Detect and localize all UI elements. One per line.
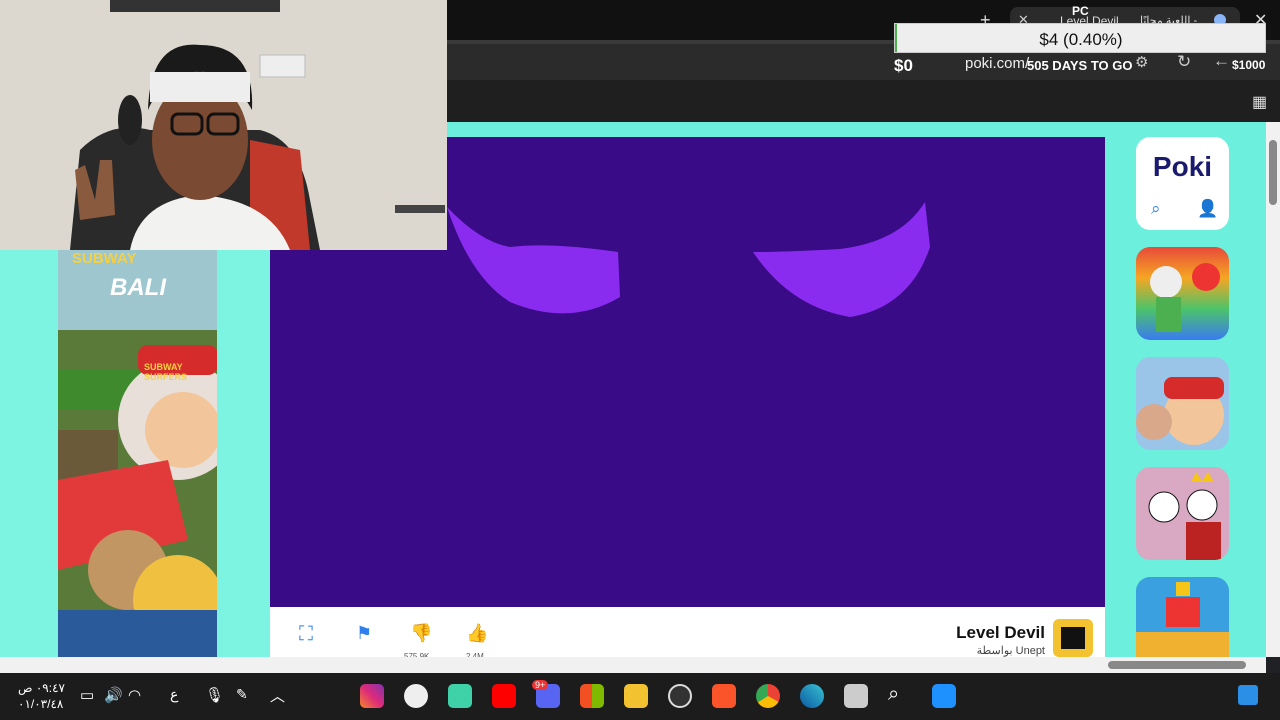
page-header-bar: ▦	[447, 80, 1280, 122]
like-icon[interactable]: 👍	[466, 623, 490, 647]
vertical-scroll-thumb[interactable]	[1269, 140, 1277, 205]
game-thumbnail-1[interactable]	[1136, 247, 1229, 340]
notification-panel-icon[interactable]	[1238, 685, 1258, 705]
thumb-2-art	[1136, 377, 1224, 445]
thumb-4-art	[1136, 582, 1229, 657]
language-indicator[interactable]: ع	[170, 686, 178, 703]
discord-badge: 9+	[532, 680, 549, 690]
search-taskbar-icon[interactable]: ⌕	[888, 683, 899, 706]
goal-min: $0	[894, 56, 913, 75]
goal-max: $1000	[1232, 58, 1266, 72]
game-thumbnail-3[interactable]	[1136, 467, 1229, 560]
thumb-3-art	[1148, 472, 1221, 560]
poki-logo-card[interactable]: Poki ⌕ 👤	[1136, 137, 1229, 230]
dislike-icon[interactable]: 👎	[410, 623, 434, 647]
game-thumbnail-4[interactable]	[1136, 577, 1229, 657]
aperture-icon[interactable]	[668, 684, 692, 708]
subway-surfers-ad[interactable]: SUBWAY BALI SUBWAY SURFERS	[58, 250, 217, 657]
task-view-icon[interactable]	[844, 684, 868, 708]
webcam-overlay	[0, 0, 447, 250]
vertical-scrollbar[interactable]	[1266, 122, 1280, 657]
ad-brand-1: SUBWAY	[72, 250, 137, 267]
store-icon[interactable]	[580, 684, 604, 708]
game-thumbnail-figure	[1061, 627, 1085, 649]
clock-time[interactable]: ٠٩:٤٧ ص	[18, 681, 65, 695]
report-flag-icon[interactable]: ⚑	[356, 623, 380, 647]
pen-icon[interactable]: ✎	[236, 686, 248, 703]
tune-icon[interactable]: ⚙	[1135, 53, 1148, 71]
brave-icon[interactable]	[712, 684, 736, 708]
webcam-scene	[0, 0, 447, 250]
poki-logo[interactable]: Poki	[1136, 151, 1229, 183]
pc-label: PC	[1072, 4, 1089, 18]
battery-icon[interactable]: ▭	[80, 686, 94, 704]
game-byline: بواسطة Unept	[976, 645, 1045, 657]
horizontal-scroll-thumb[interactable]	[1108, 661, 1246, 669]
streamlabs-icon[interactable]	[448, 684, 472, 708]
file-explorer-icon[interactable]	[624, 684, 648, 708]
microphone-icon[interactable]: 🎙	[205, 686, 224, 704]
fullscreen-icon[interactable]: ⛶	[299, 623, 323, 647]
edge-icon[interactable]	[800, 684, 824, 708]
volume-icon[interactable]: 🔊	[104, 686, 123, 704]
youtube-icon[interactable]	[492, 684, 516, 708]
days-to-go: 505 DAYS TO GO	[1027, 58, 1133, 73]
donation-goal-text: $4 (0.40%)	[1039, 30, 1123, 49]
game-thumbnail-2[interactable]	[1136, 357, 1229, 450]
chevron-up-icon[interactable]: ︿	[270, 685, 285, 706]
reload-icon[interactable]: ↻	[1177, 52, 1191, 72]
wifi-icon[interactable]: ◠	[128, 686, 141, 704]
chrome-icon[interactable]	[756, 684, 780, 708]
user-icon[interactable]: 👤	[1197, 199, 1218, 219]
obs-icon[interactable]	[404, 684, 428, 708]
game-thumbnail-icon[interactable]	[1053, 619, 1093, 657]
apps-grid-icon[interactable]: ▦	[1252, 92, 1267, 112]
ad-artwork	[58, 250, 217, 657]
search-icon[interactable]: ⌕	[1151, 199, 1161, 219]
back-arrow-icon[interactable]: ←	[1213, 51, 1230, 71]
start-icon[interactable]	[932, 684, 956, 708]
instagram-icon[interactable]	[360, 684, 384, 708]
address-text[interactable]: poki.com/	[965, 55, 1029, 72]
donation-goal-bar: $4 (0.40%)	[894, 23, 1266, 53]
ad-brand-2: BALI	[110, 274, 166, 301]
game-title: Level Devil	[956, 623, 1045, 642]
horizontal-scrollbar[interactable]	[0, 657, 1266, 673]
thumb-1-art	[1150, 263, 1220, 332]
clock-date[interactable]: ٠١/٠٣/٤٨	[18, 697, 63, 711]
ad-brand-3: SUBWAY SURFERS	[144, 362, 188, 382]
